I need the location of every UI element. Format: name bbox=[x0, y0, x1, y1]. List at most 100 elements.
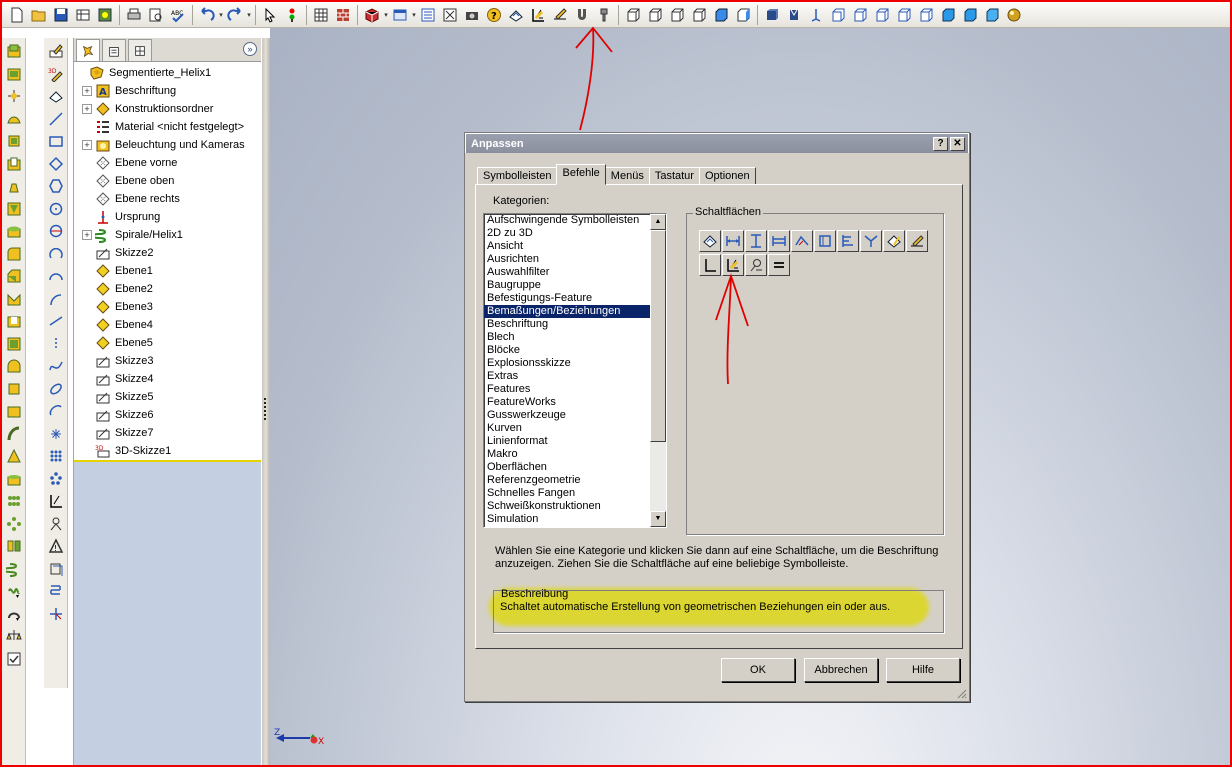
circular-pattern-icon[interactable] bbox=[3, 513, 25, 536]
list-icon[interactable] bbox=[417, 4, 439, 26]
shaded-2-icon[interactable] bbox=[959, 4, 981, 26]
shaded-edges-icon[interactable] bbox=[915, 4, 937, 26]
category-item[interactable]: Features bbox=[484, 383, 666, 396]
hidden-removed-icon[interactable] bbox=[893, 4, 915, 26]
helix-icon[interactable] bbox=[3, 558, 25, 581]
weights-icon[interactable] bbox=[3, 625, 25, 648]
tree-item[interactable]: Skizze7 bbox=[74, 424, 261, 442]
print-icon[interactable] bbox=[123, 4, 145, 26]
tree-root[interactable]: Segmentierte_Helix1 bbox=[74, 64, 261, 82]
revolve-boss-icon[interactable] bbox=[3, 63, 25, 86]
expand-toggle-icon[interactable]: + bbox=[82, 140, 92, 150]
sketch-tool-icon[interactable] bbox=[549, 4, 571, 26]
3point-arc-icon[interactable] bbox=[45, 288, 67, 311]
configuration-manager-tab[interactable] bbox=[128, 39, 152, 61]
view-iso-icon[interactable] bbox=[761, 4, 783, 26]
tab-0[interactable]: Symbolleisten bbox=[477, 167, 558, 185]
curve-icon[interactable]: ▾ bbox=[3, 580, 25, 603]
category-item[interactable]: Bemaßungen/Beziehungen bbox=[484, 305, 666, 318]
close-title-button[interactable]: ✕ bbox=[950, 137, 965, 151]
chamfer-icon[interactable] bbox=[3, 265, 25, 288]
category-item[interactable]: Referenzgeometrie bbox=[484, 474, 666, 487]
shaded-3-icon[interactable] bbox=[981, 4, 1003, 26]
scroll-down-icon[interactable]: ▼ bbox=[650, 511, 666, 527]
ellipse-icon[interactable] bbox=[45, 378, 67, 401]
ordinate-dimension-cmd[interactable] bbox=[791, 230, 813, 252]
sweep-icon[interactable] bbox=[3, 85, 25, 108]
draft-icon[interactable] bbox=[3, 333, 25, 356]
redo-dropdown-icon[interactable]: ▾ bbox=[246, 4, 252, 26]
print-preview-icon[interactable] bbox=[145, 4, 167, 26]
rebuild-traffic-light-icon[interactable] bbox=[281, 4, 303, 26]
hole-icon[interactable] bbox=[3, 220, 25, 243]
category-item[interactable]: Blech bbox=[484, 331, 666, 344]
view-back-icon[interactable] bbox=[644, 4, 666, 26]
category-item[interactable]: FeatureWorks bbox=[484, 396, 666, 409]
fillet-icon[interactable] bbox=[3, 243, 25, 266]
help-question-icon[interactable]: ? bbox=[483, 4, 505, 26]
spell-check-icon[interactable]: ABC bbox=[167, 4, 189, 26]
sketch-annotation-cmd[interactable] bbox=[906, 230, 928, 252]
category-item[interactable]: Extras bbox=[484, 370, 666, 383]
equal-relation-cmd[interactable] bbox=[768, 254, 790, 276]
tree-item[interactable]: Ebene rechts bbox=[74, 190, 261, 208]
add-relation-cmd[interactable] bbox=[699, 254, 721, 276]
indent-icon[interactable] bbox=[3, 445, 25, 468]
tree-item[interactable]: + A Beschriftung bbox=[74, 82, 261, 100]
convert-entities-icon[interactable] bbox=[45, 580, 67, 603]
tree-item[interactable]: + Konstruktionsordner bbox=[74, 100, 261, 118]
appearance-icon[interactable] bbox=[1003, 4, 1025, 26]
auto-dimension-cmd[interactable] bbox=[883, 230, 905, 252]
trim-entities-icon[interactable] bbox=[45, 603, 67, 626]
offset-entities-icon[interactable] bbox=[45, 558, 67, 581]
undo-icon[interactable] bbox=[196, 4, 218, 26]
splitter-grip[interactable] bbox=[264, 398, 268, 420]
fix-relation-icon[interactable]: ! bbox=[45, 535, 67, 558]
tree-item[interactable]: + Spirale/Helix1 bbox=[74, 226, 261, 244]
tree-item[interactable]: Ebene5 bbox=[74, 334, 261, 352]
add-relation-v-icon[interactable] bbox=[45, 490, 67, 513]
category-item[interactable]: Befestigungs-Feature bbox=[484, 292, 666, 305]
tangent-arc-icon[interactable] bbox=[45, 265, 67, 288]
vertical-dimension-cmd[interactable] bbox=[745, 230, 767, 252]
magnet-icon[interactable] bbox=[571, 4, 593, 26]
tab-2[interactable]: Menüs bbox=[604, 167, 650, 185]
display-delete-relations-cmd[interactable] bbox=[745, 254, 767, 276]
redo-icon[interactable] bbox=[224, 4, 246, 26]
category-item[interactable]: Makro bbox=[484, 448, 666, 461]
tree-item[interactable]: Material <nicht festgelegt> bbox=[74, 118, 261, 136]
help-button[interactable]: Hilfe bbox=[886, 658, 960, 682]
category-item[interactable]: Baugruppe bbox=[484, 279, 666, 292]
tree-item[interactable]: 3D 3D-Skizze1 bbox=[74, 442, 261, 460]
centerline-icon[interactable] bbox=[45, 310, 67, 333]
category-item[interactable]: Ausrichten bbox=[484, 253, 666, 266]
new-document-icon[interactable] bbox=[6, 4, 28, 26]
deform-icon[interactable] bbox=[3, 423, 25, 446]
category-item[interactable]: Explosionsskizze bbox=[484, 357, 666, 370]
cut-sweep-icon[interactable] bbox=[3, 198, 25, 221]
view-bottom-icon[interactable] bbox=[732, 4, 754, 26]
view-orientation-icon[interactable] bbox=[389, 4, 411, 26]
tree-item[interactable]: Ebene1 bbox=[74, 262, 261, 280]
dimxpert-cmd[interactable] bbox=[837, 230, 859, 252]
view-front-icon[interactable] bbox=[622, 4, 644, 26]
resize-grip-icon[interactable] bbox=[955, 687, 967, 699]
wireframe-icon[interactable] bbox=[849, 4, 871, 26]
mirror-icon[interactable] bbox=[3, 535, 25, 558]
polygon-icon[interactable] bbox=[45, 175, 67, 198]
sketch-3d-icon[interactable]: 3D bbox=[45, 63, 67, 86]
wrench-icon[interactable] bbox=[593, 4, 615, 26]
scale-icon[interactable] bbox=[3, 468, 25, 491]
scroll-thumb[interactable] bbox=[650, 230, 666, 442]
categories-listbox[interactable]: Aufschwingende Symbolleisten 2D zu 3D Ansi… bbox=[483, 213, 667, 528]
view-trimetric-icon[interactable] bbox=[783, 4, 805, 26]
perimeter-circle-icon[interactable] bbox=[45, 220, 67, 243]
cut-revolve-icon[interactable] bbox=[3, 175, 25, 198]
flex-icon[interactable] bbox=[3, 400, 25, 423]
dialog-title-bar[interactable]: Anpassen ? ✕ bbox=[465, 133, 969, 153]
check-icon[interactable] bbox=[3, 648, 25, 671]
view-right-icon[interactable] bbox=[688, 4, 710, 26]
hidden-lines-icon[interactable] bbox=[871, 4, 893, 26]
loft-icon[interactable] bbox=[3, 108, 25, 131]
categories-scrollbar[interactable]: ▲ ▼ bbox=[650, 214, 666, 527]
